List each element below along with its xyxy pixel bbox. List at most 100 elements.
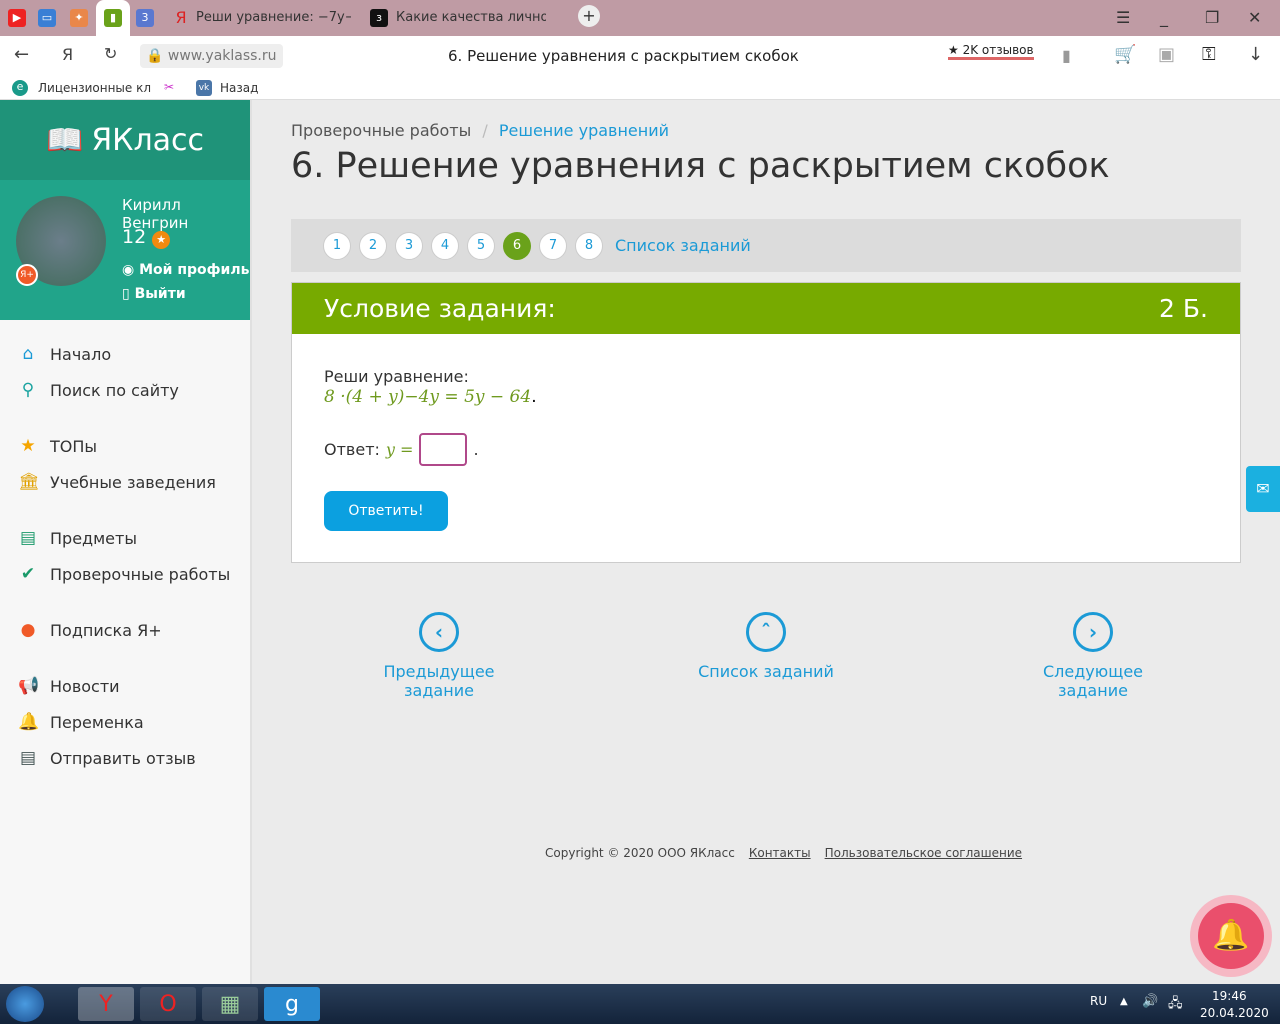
sidebar-item-break[interactable]: 🔔 Переменка <box>0 704 250 740</box>
sidebar-item-tests[interactable]: ✔ Проверочные работы <box>0 556 250 592</box>
g-app[interactable]: g <box>264 987 320 1021</box>
bookmark-item[interactable]: Назад <box>220 81 258 95</box>
task-list-link[interactable]: Список заданий <box>615 236 751 255</box>
opera-app[interactable]: O <box>140 987 196 1021</box>
sidebar-item-label: Переменка <box>50 712 144 732</box>
terminal-app[interactable]: ▦ <box>202 987 258 1021</box>
prev-label: Предыдущее задание <box>383 662 495 700</box>
url-text: www.yaklass.ru <box>167 48 277 64</box>
comment-icon: ▤ <box>19 748 37 768</box>
agreement-link[interactable]: Пользовательское соглашение <box>825 846 1022 860</box>
profile-link[interactable]: ◉ Мой профиль <box>122 262 249 278</box>
yaplus-icon: ● <box>20 620 36 640</box>
chat-tab-icon[interactable]: ▭ <box>38 9 56 27</box>
youtube-tab-icon[interactable]: ▶ <box>8 9 26 27</box>
back-icon[interactable]: ← <box>14 44 29 65</box>
user-panel: Я+ Кирилл Венгрин 12 ★ ◉ Мой профиль ▯ В… <box>0 180 250 320</box>
url-field[interactable]: 🔒 www.yaklass.ru <box>140 44 283 68</box>
new-tab-button[interactable]: + <box>578 5 600 27</box>
submit-button[interactable]: Ответить! <box>324 491 448 531</box>
sidebar-item-label: Подписка Я+ <box>50 620 162 640</box>
page-6[interactable]: 6 <box>503 231 531 260</box>
tab-title[interactable]: Какие качества личности <box>396 10 546 25</box>
sidebar-item-feedback[interactable]: ▤ Отправить отзыв <box>0 740 250 776</box>
volume-icon[interactable]: 🔊 <box>1142 994 1158 1009</box>
page-1[interactable]: 1 <box>323 231 351 260</box>
logout-link[interactable]: ▯ Выйти <box>122 286 186 302</box>
megaphone-icon: 📢 <box>18 676 40 696</box>
z-icon: з <box>370 9 388 27</box>
notification-tab-icon[interactable]: 3 <box>136 9 154 27</box>
yandex-browser-app[interactable]: Y <box>78 987 134 1021</box>
sidebar-item-news[interactable]: 📢 Новости <box>0 668 250 704</box>
task-header: Условие задания: 2 Б. <box>292 283 1240 334</box>
search-icon: ⚲ <box>21 380 35 400</box>
yaklass-tab-icon: ▮ <box>104 9 122 27</box>
page-5[interactable]: 5 <box>467 231 495 260</box>
address-bar: ← Я ↻ 🔒 www.yaklass.ru 6. Решение уравне… <box>0 36 1280 76</box>
breadcrumb-item[interactable]: Решение уравнений <box>499 121 669 140</box>
mail-icon[interactable]: ✉ <box>1246 466 1280 512</box>
start-button[interactable] <box>6 986 44 1022</box>
footer: Copyright © 2020 ООО ЯКласс Контакты Польз… <box>545 846 1022 860</box>
fox-tab-icon[interactable]: ✦ <box>70 9 88 27</box>
equation-text: 8 ·(4 + y)−4y = 5y − 64 <box>324 387 532 407</box>
page-title-bar: 6. Решение уравнения с раскрытием скобок <box>448 47 799 65</box>
page-8[interactable]: 8 <box>575 231 603 260</box>
sidebar-item-subjects[interactable]: ▤ Предметы <box>0 520 250 556</box>
yandex-home-icon[interactable]: Я <box>62 45 73 64</box>
contacts-link[interactable]: Контакты <box>749 846 811 860</box>
sidebar-item-label: Предметы <box>50 528 137 548</box>
sidebar-item-subscription[interactable]: ● Подписка Я+ <box>0 612 250 648</box>
list-label: Список заданий <box>698 662 834 681</box>
network-icon[interactable]: 🖧 <box>1168 994 1183 1016</box>
next-task-link[interactable]: › Следующее задание <box>1008 612 1178 700</box>
sidebar-item-label: Отправить отзыв <box>50 748 196 768</box>
page-3[interactable]: 3 <box>395 231 423 260</box>
bookmark-item[interactable]: Лицензионные кл <box>38 81 151 95</box>
sidebar-item-search[interactable]: ⚲ Поиск по сайту <box>0 372 250 408</box>
answer-label: Ответ: <box>324 440 380 459</box>
logo[interactable]: 📖 ЯКласс <box>0 100 250 180</box>
reload-icon[interactable]: ↻ <box>104 44 117 63</box>
minimize-button[interactable]: _ <box>1160 8 1168 27</box>
prev-task-link[interactable]: ‹ Предыдущее задание <box>354 612 524 700</box>
task-header-title: Условие задания: <box>324 294 556 323</box>
badge: 3 <box>141 11 149 24</box>
tray-arrow-icon[interactable]: ▲ <box>1120 996 1128 1007</box>
sidebar-item-institutions[interactable]: 🏛 Учебные заведения <box>0 464 250 500</box>
reviews-button[interactable]: ★ 2K отзывов <box>948 43 1034 60</box>
translate-icon[interactable]: ⚿ <box>1202 44 1216 65</box>
answer-row: Ответ: y = . <box>324 433 479 466</box>
page-7[interactable]: 7 <box>539 231 567 260</box>
close-button[interactable]: ✕ <box>1248 8 1261 27</box>
bookmark-icon[interactable]: ✂ <box>164 80 174 94</box>
restore-button[interactable]: ❐ <box>1205 8 1219 27</box>
sidebar-item-tops[interactable]: ★ ТОПы <box>0 428 250 464</box>
answer-variable: y = <box>385 440 414 459</box>
menu-icon[interactable]: ☰ <box>1116 8 1130 27</box>
bookmark-icon[interactable]: ▮ <box>1062 46 1071 65</box>
language-indicator[interactable]: RU <box>1090 994 1107 1008</box>
clock-date[interactable]: 20.04.2020 <box>1200 1006 1269 1020</box>
sidebar-item-home[interactable]: ⌂ Начало <box>0 336 250 372</box>
clock-time[interactable]: 19:46 <box>1212 989 1247 1003</box>
breadcrumb-item[interactable]: Проверочные работы <box>291 121 471 140</box>
download-icon[interactable]: ↓ <box>1248 44 1263 65</box>
tab-bar: ▶ ▭ ✦ ▮ 3 Я Реши уравнение: −7y−22 з Как… <box>0 0 1280 36</box>
extension-icon[interactable]: ▣ <box>1158 44 1175 65</box>
logout-label: Выйти <box>134 286 186 302</box>
taskbar: Y O ▦ g RU ▲ 🔊 🖧 19:46 20.04.2020 <box>0 984 1280 1024</box>
notifications-button[interactable]: 🔔 <box>1190 895 1272 977</box>
sidebar: 📖 ЯКласс Я+ Кирилл Венгрин 12 ★ ◉ Мой про… <box>0 100 252 984</box>
answer-input[interactable] <box>419 433 468 466</box>
breadcrumb: Проверочные работы / Решение уравнений <box>291 121 670 140</box>
cart-icon[interactable]: 🛒 <box>1114 44 1136 65</box>
task-list-nav-link[interactable]: ˆ Список заданий <box>681 612 851 681</box>
page-2[interactable]: 2 <box>359 231 387 260</box>
bookmarks-bar: e Лицензионные кл ✂ vk Назад <box>0 76 1280 100</box>
tab-title[interactable]: Реши уравнение: −7y−22 <box>196 10 351 25</box>
page-4[interactable]: 4 <box>431 231 459 260</box>
home-icon: ⌂ <box>22 344 34 364</box>
active-tab[interactable]: ▮ <box>96 0 130 36</box>
